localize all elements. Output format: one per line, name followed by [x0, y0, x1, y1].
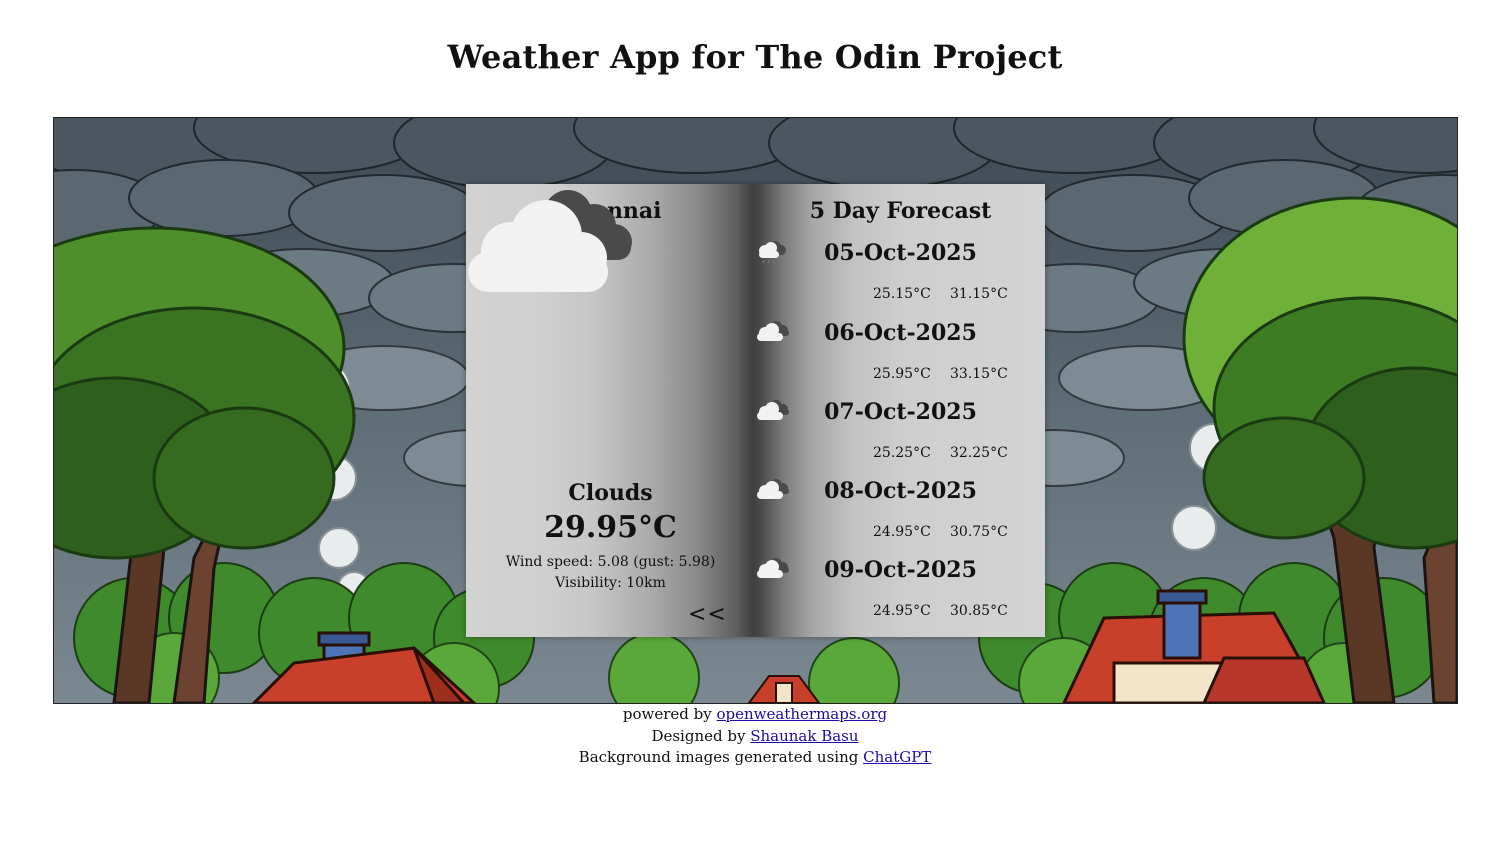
weather-background-scene: Chennai Clouds 29.95°C Wind speed: 5.08 …: [53, 117, 1458, 704]
designer-link[interactable]: Shaunak Basu: [750, 727, 858, 745]
clouds-icon: [757, 479, 789, 499]
page-title: Weather App for The Odin Project: [447, 38, 1063, 76]
forecast-min-temp: 24.95°C: [873, 603, 931, 619]
footer-designer-line: Designed by Shaunak Basu: [0, 726, 1500, 748]
page-toggle-button[interactable]: <<: [688, 602, 727, 627]
clouds-icon: [757, 558, 789, 578]
clouds-icon: [757, 400, 789, 420]
forecast-min-temp: 25.25°C: [873, 445, 931, 461]
forecast-date: 06-Oct-2025: [824, 320, 977, 346]
forecast-date: 08-Oct-2025: [824, 478, 977, 504]
forecast-date: 07-Oct-2025: [824, 399, 977, 425]
footer: powered by openweathermaps.org Designed …: [0, 704, 1500, 769]
chatgpt-link[interactable]: ChatGPT: [863, 748, 931, 766]
forecast-day: 07-Oct-2025 25.25°C 32.25°C: [756, 399, 1045, 479]
forecast-max-temp: 32.25°C: [950, 445, 1008, 461]
visibility-info: Visibility: 10km: [466, 575, 755, 591]
forecast-max-temp: 30.85°C: [950, 603, 1008, 619]
forecast-day: 08-Oct-2025 24.95°C 30.75°C: [756, 478, 1045, 558]
visibility-label: Visibility:: [555, 575, 627, 591]
current-temperature: 29.95°C: [544, 510, 677, 545]
forecast-min-temp: 25.15°C: [873, 286, 931, 302]
rain-cloud-icon: [759, 241, 786, 264]
wind-speed: 5.08: [597, 554, 629, 570]
forecast-day: 09-Oct-2025 24.95°C 30.85°C: [756, 557, 1045, 637]
footer-powered-line: powered by openweathermaps.org: [0, 704, 1500, 726]
gust-speed: 5.98: [678, 554, 710, 570]
weather-condition: Clouds: [568, 480, 653, 506]
forecast-max-temp: 30.75°C: [950, 524, 1008, 540]
gust-label: (gust:: [628, 554, 679, 570]
visibility-value: 10km: [626, 575, 666, 591]
wind-info: Wind speed: 5.08 (gust: 5.98): [466, 554, 755, 570]
weather-card: Chennai Clouds 29.95°C Wind speed: 5.08 …: [466, 184, 1045, 637]
gust-suffix: ): [709, 554, 716, 570]
clouds-icon: [468, 190, 632, 292]
openweathermaps-link[interactable]: openweathermaps.org: [717, 705, 888, 723]
forecast-date: 09-Oct-2025: [824, 557, 977, 583]
forecast-date: 05-Oct-2025: [824, 240, 977, 266]
forecast-min-temp: 24.95°C: [873, 524, 931, 540]
footer-images-line: Background images generated using ChatGP…: [0, 747, 1500, 769]
forecast-min-temp: 25.95°C: [873, 366, 931, 382]
forecast-day: 05-Oct-2025 25.15°C 31.15°C: [756, 240, 1045, 320]
forecast-title: 5 Day Forecast: [809, 198, 992, 224]
forecast-day: 06-Oct-2025 25.95°C 33.15°C: [756, 320, 1045, 400]
clouds-icon: [757, 321, 789, 341]
forecast-max-temp: 31.15°C: [950, 286, 1008, 302]
wind-label: Wind speed:: [505, 554, 598, 570]
footer-images-label: Background images generated using: [578, 748, 864, 766]
forecast-max-temp: 33.15°C: [950, 366, 1008, 382]
footer-powered-label: powered by: [622, 705, 717, 723]
footer-designer-label: Designed by: [651, 726, 751, 745]
